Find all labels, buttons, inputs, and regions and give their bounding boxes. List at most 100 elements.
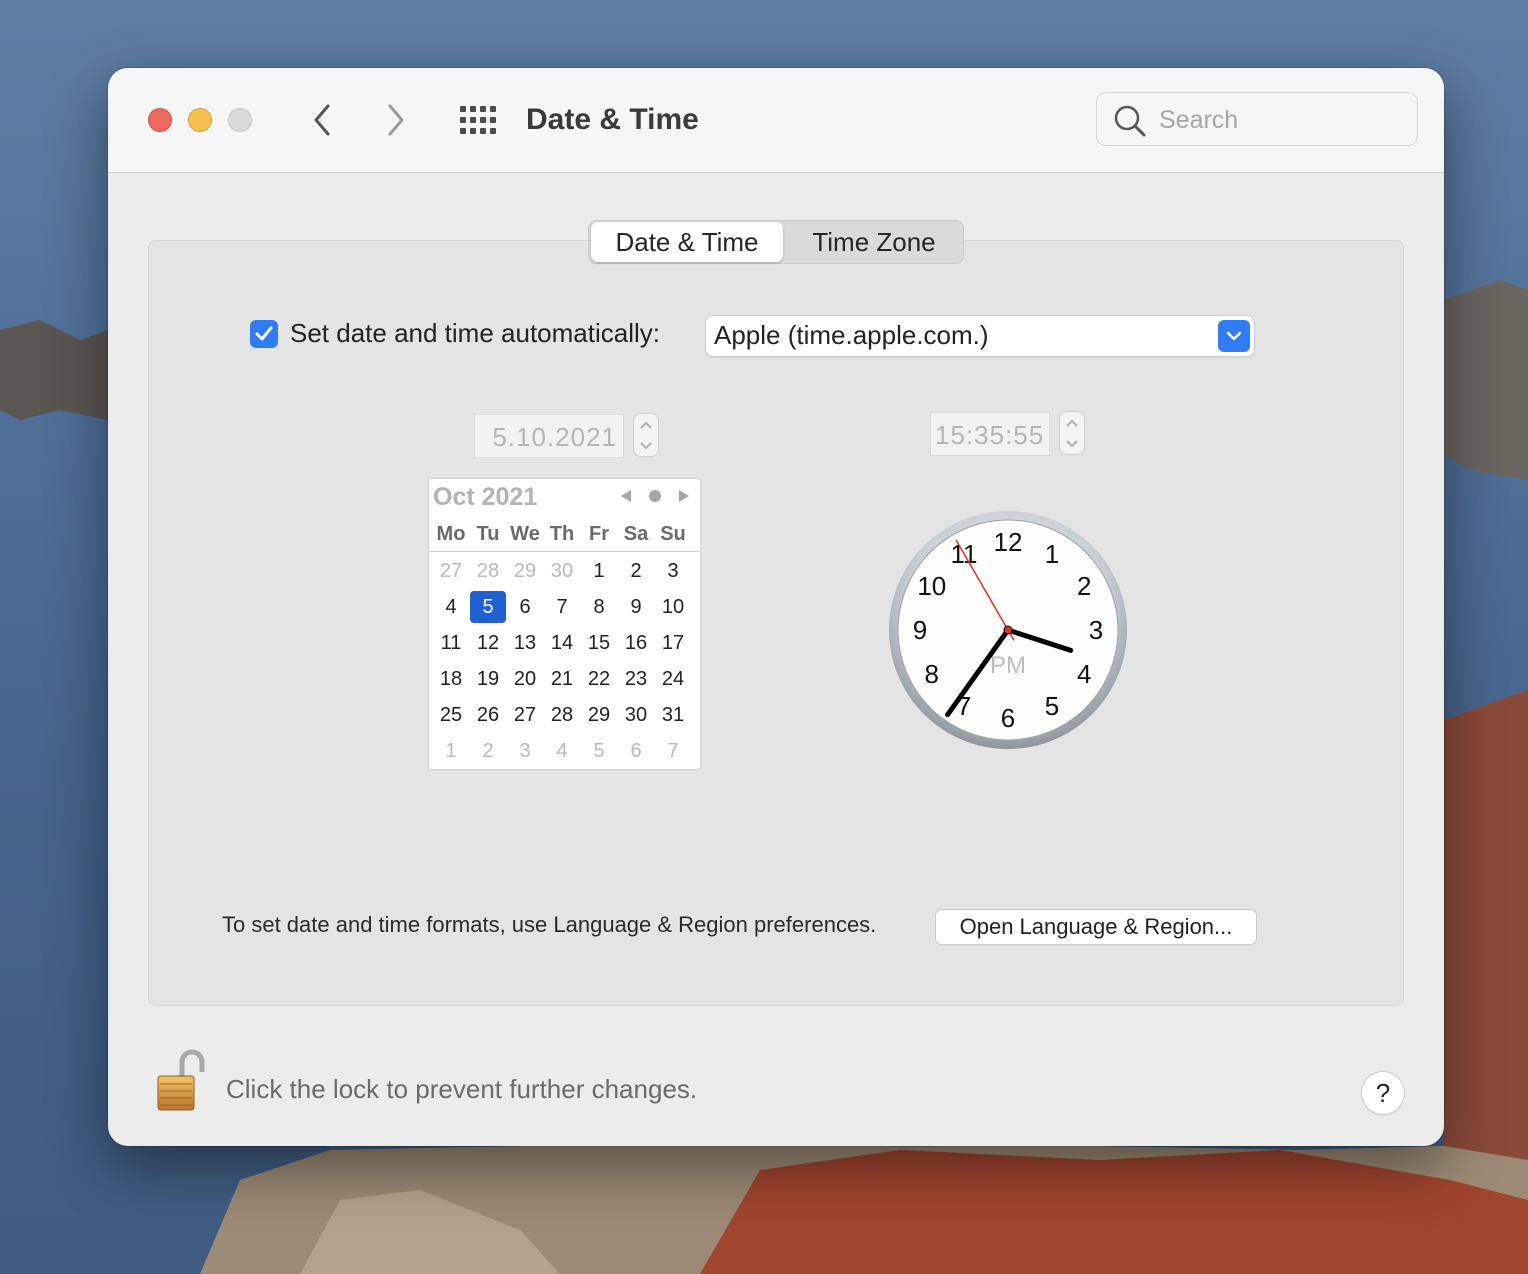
- grid-icon: [460, 106, 496, 134]
- clock-numeral: 6: [1001, 703, 1015, 733]
- forward-button[interactable]: [376, 100, 416, 140]
- calendar-day-selected[interactable]: 5: [470, 591, 506, 623]
- analog-clock: 121234567891011 PM: [889, 511, 1127, 749]
- calendar-day[interactable]: 10: [655, 591, 691, 623]
- help-button[interactable]: ?: [1362, 1072, 1404, 1114]
- chevron-left-icon: [314, 104, 330, 136]
- calendar-day[interactable]: 30: [544, 555, 580, 587]
- checkmark-icon: [255, 326, 273, 341]
- date-value: 5.10.2021: [492, 422, 617, 452]
- calendar-day[interactable]: 6: [507, 591, 543, 623]
- auto-time-label: Set date and time automatically:: [290, 318, 660, 348]
- calendar-day[interactable]: 3: [655, 555, 691, 587]
- clock-numeral: 9: [913, 615, 927, 645]
- open-language-region-button[interactable]: Open Language & Region...: [936, 910, 1256, 944]
- calendar-day[interactable]: 11: [433, 627, 469, 659]
- stepper-down-icon: [640, 441, 652, 449]
- search-placeholder: Search: [1159, 106, 1239, 134]
- calendar-day[interactable]: 4: [544, 735, 580, 767]
- clock-numeral: 10: [917, 571, 946, 601]
- search-field[interactable]: Search: [1096, 92, 1418, 146]
- calendar-day[interactable]: 23: [618, 663, 654, 695]
- calendar-weekday: We: [510, 523, 540, 545]
- calendar-day[interactable]: 27: [507, 699, 543, 731]
- time-server-select[interactable]: Apple (time.apple.com.): [706, 316, 1254, 356]
- minimize-window-button[interactable]: [188, 108, 212, 132]
- calendar-day[interactable]: 7: [655, 735, 691, 767]
- back-button[interactable]: [302, 100, 342, 140]
- auto-time-checkbox[interactable]: [250, 320, 278, 348]
- clock-numeral: 3: [1089, 615, 1103, 645]
- zoom-window-button[interactable]: [228, 108, 252, 132]
- calendar-day[interactable]: 6: [618, 735, 654, 767]
- chevron-right-icon: [388, 104, 404, 136]
- next-month-icon[interactable]: [677, 489, 691, 503]
- tab-bar: Date & Time Time Zone: [588, 220, 964, 264]
- clock-numeral: 12: [994, 527, 1023, 557]
- calendar: Oct 2021 Mo Tu We Th Fr Sa Su 27 28 29 30 1 2 3 4 5 6 7 8…: [428, 478, 701, 770]
- close-window-button[interactable]: [148, 108, 172, 132]
- lock-status-text: Click the lock to prevent further change…: [226, 1074, 698, 1104]
- today-dot-icon[interactable]: [647, 489, 663, 503]
- calendar-day[interactable]: 18: [433, 663, 469, 695]
- calendar-day[interactable]: 26: [470, 699, 506, 731]
- calendar-day[interactable]: 1: [581, 555, 617, 587]
- calendar-month-label: Oct 2021: [433, 483, 538, 511]
- preferences-window: Date & Time Search Date & Time Time Zone…: [108, 68, 1444, 1146]
- stepper-up-icon: [640, 421, 652, 429]
- time-field[interactable]: 15:35:55: [930, 412, 1050, 456]
- calendar-day[interactable]: 21: [544, 663, 580, 695]
- calendar-day[interactable]: 5: [581, 735, 617, 767]
- calendar-day[interactable]: 13: [507, 627, 543, 659]
- chevron-down-icon: [1218, 320, 1250, 352]
- calendar-weekday: Su: [660, 523, 686, 545]
- title-bar: Date & Time Search: [108, 68, 1444, 173]
- date-field[interactable]: 5.10.2021: [474, 414, 624, 458]
- calendar-day[interactable]: 15: [581, 627, 617, 659]
- calendar-day[interactable]: 28: [544, 699, 580, 731]
- search-icon: [1114, 105, 1146, 137]
- tab-time-zone[interactable]: Time Zone: [787, 221, 961, 263]
- calendar-day[interactable]: 2: [618, 555, 654, 587]
- calendar-day[interactable]: 7: [544, 591, 580, 623]
- calendar-day[interactable]: 29: [581, 699, 617, 731]
- calendar-day[interactable]: 3: [507, 735, 543, 767]
- clock-numeral: 5: [1045, 691, 1059, 721]
- calendar-day[interactable]: 31: [655, 699, 691, 731]
- calendar-day[interactable]: 20: [507, 663, 543, 695]
- calendar-weekday: Th: [549, 523, 575, 545]
- calendar-weekday: Fr: [589, 523, 609, 545]
- calendar-day[interactable]: 19: [470, 663, 506, 695]
- calendar-day[interactable]: 27: [433, 555, 469, 587]
- calendar-day[interactable]: 30: [618, 699, 654, 731]
- calendar-weekday-header: Mo Tu We Th Fr Sa Su: [429, 523, 700, 552]
- clock-numeral: 8: [925, 659, 939, 689]
- time-stepper[interactable]: [1060, 412, 1084, 454]
- calendar-day[interactable]: 9: [618, 591, 654, 623]
- calendar-day[interactable]: 24: [655, 663, 691, 695]
- stepper-up-icon: [1066, 419, 1078, 427]
- calendar-day[interactable]: 25: [433, 699, 469, 731]
- lock-icon[interactable]: [156, 1048, 208, 1114]
- calendar-day[interactable]: 29: [507, 555, 543, 587]
- clock-meridiem: PM: [990, 652, 1026, 679]
- calendar-weekday: Sa: [623, 523, 649, 545]
- calendar-day[interactable]: 8: [581, 591, 617, 623]
- show-all-button[interactable]: [458, 104, 498, 136]
- calendar-day[interactable]: 4: [433, 591, 469, 623]
- calendar-day[interactable]: 22: [581, 663, 617, 695]
- calendar-day[interactable]: 2: [470, 735, 506, 767]
- calendar-day[interactable]: 1: [433, 735, 469, 767]
- calendar-day[interactable]: 14: [544, 627, 580, 659]
- clock-numeral: 2: [1077, 571, 1091, 601]
- date-stepper[interactable]: [634, 414, 658, 456]
- tab-date-time[interactable]: Date & Time: [591, 222, 783, 262]
- calendar-day[interactable]: 16: [618, 627, 654, 659]
- calendar-day[interactable]: 12: [470, 627, 506, 659]
- clock-center-pin: [1003, 625, 1013, 635]
- calendar-day[interactable]: 17: [655, 627, 691, 659]
- calendar-day[interactable]: 28: [470, 555, 506, 587]
- stepper-down-icon: [1066, 439, 1078, 447]
- clock-numeral: 1: [1045, 539, 1059, 569]
- previous-month-icon[interactable]: [619, 489, 633, 503]
